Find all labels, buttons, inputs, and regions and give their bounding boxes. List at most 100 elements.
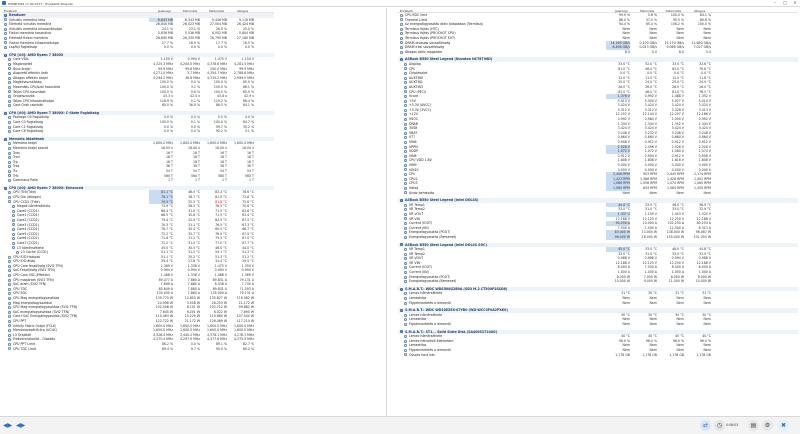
sensor-icon: [400, 27, 403, 31]
network-icon[interactable]: ⇄: [700, 420, 711, 431]
chip-icon[interactable]: [4, 137, 7, 141]
arrow-right-icon[interactable]: ◀▶: [16, 422, 25, 429]
sensor-icon: [404, 136, 407, 140]
sensor-icon: [8, 273, 11, 277]
title-bar: HWiNFO64 v7.00-4377 - Érzékelők állapota…: [0, 0, 800, 7]
sensor-icon: [8, 338, 11, 342]
sensor-icon: [404, 235, 407, 239]
chip-icon[interactable]: [400, 287, 403, 291]
sensor-icon: [12, 232, 15, 236]
sensor-icon: [404, 177, 407, 181]
sensor-icon: [8, 260, 11, 264]
sensor-icon: [8, 269, 11, 273]
col-avg[interactable]: Átlagos: [694, 9, 705, 13]
sensor-icon: [404, 275, 407, 279]
close-button[interactable]: ×: [790, 0, 800, 6]
sensor-icon: [8, 301, 11, 305]
sensor-icon: [8, 81, 11, 85]
sensor-icon: [404, 335, 407, 339]
col-avg[interactable]: Átlagos: [237, 9, 248, 13]
sensor-icon: [400, 13, 403, 17]
chip-icon[interactable]: [400, 243, 403, 247]
sensor-icon: [404, 145, 407, 149]
sensor-icon: [404, 203, 407, 207]
min-value: 1,178 GB: [642, 352, 657, 357]
sensor-icon: [8, 76, 11, 80]
report-icon[interactable]: ▤: [748, 420, 759, 431]
sensor-icon: [8, 342, 11, 346]
sensor-icon: [404, 90, 407, 94]
sensor-icon: [8, 306, 11, 310]
chip-icon[interactable]: [400, 199, 403, 203]
col-max[interactable]: Maximális: [209, 9, 224, 13]
sensor-icon: [8, 90, 11, 94]
sensor-list-left[interactable]: Érzékelő Jelenlegi Minimális Maximális Á…: [2, 8, 274, 416]
sensor-icon: [400, 46, 403, 50]
col-current[interactable]: Jelenlegi: [158, 9, 171, 13]
sensor-icon: [404, 226, 407, 230]
sensor-icon: [404, 94, 407, 98]
settings-gear-icon[interactable]: ⚙: [762, 420, 773, 431]
sensor-icon: [8, 329, 11, 333]
sensor-icon: [12, 218, 15, 222]
chip-icon[interactable]: [4, 111, 7, 115]
sensor-icon: [404, 62, 407, 66]
sensor-icon: [404, 117, 407, 121]
window-title: HWiNFO64 v7.00-4377 - Érzékelők állapota: [8, 1, 73, 6]
col-min[interactable]: Minimális: [640, 9, 654, 13]
sensor-icon: [404, 339, 407, 343]
avg-value: 89.2 %: [242, 346, 254, 351]
sensor-icon: [404, 85, 407, 89]
sensor-icon: [404, 280, 407, 284]
sensor-row[interactable]: CPU TDC Limit 89.4 % 9.7 % 90.0 % 89.2 %: [2, 347, 274, 352]
sensor-icon: [8, 264, 11, 268]
sensor-list-right[interactable]: Érzékelő Jelenlegi Minimális Maximális Á…: [398, 8, 798, 416]
sensor-icon: [8, 324, 11, 328]
sensor-icon: [8, 315, 11, 319]
sensor-icon: [400, 23, 403, 27]
arrow-left-icon[interactable]: ◀▶: [3, 422, 12, 429]
sensor-icon: [4, 46, 7, 50]
col-max[interactable]: Maximális: [666, 9, 681, 13]
chip-icon[interactable]: [4, 13, 7, 17]
sensor-icon: [404, 76, 407, 80]
sensor-icon: [400, 36, 403, 40]
sensor-icon: [404, 173, 407, 177]
panel-splitter[interactable]: [386, 8, 387, 416]
col-current[interactable]: Jelenlegi: [615, 9, 628, 13]
chip-icon[interactable]: [4, 53, 7, 57]
chip-icon[interactable]: [4, 186, 7, 190]
col-sensor[interactable]: Érzékelő: [4, 9, 17, 13]
sensor-icon: [404, 208, 407, 212]
current-value: 1,178 GB: [615, 352, 630, 357]
col-sensor[interactable]: Érzékelő: [400, 9, 413, 13]
chip-icon[interactable]: [400, 58, 403, 62]
close-x-icon[interactable]: ✖: [778, 420, 789, 431]
sensor-row[interactable]: Összes host írás 1,178 GB 1,178 GB 1,178 GB…: [398, 353, 798, 358]
sensor-icon: [404, 186, 407, 190]
sensor-icon: [12, 246, 15, 250]
sensor-icon: [4, 23, 7, 27]
sensor-icon: [404, 296, 407, 300]
minimize-button[interactable]: –: [770, 0, 780, 6]
chip-icon[interactable]: [400, 330, 403, 334]
sensor-icon: [8, 130, 11, 134]
sensor-icon: [8, 99, 11, 103]
clock-icon[interactable]: ◷: [714, 420, 725, 431]
sensor-icon: [404, 301, 407, 305]
sensor-icon: [4, 41, 7, 45]
col-min[interactable]: Minimális: [183, 9, 197, 13]
sensor-icon: [404, 191, 407, 195]
sensor-icon: [404, 163, 407, 167]
min-value: 9.7 %: [190, 346, 200, 351]
chip-icon[interactable]: [400, 309, 403, 313]
sensor-icon: [8, 292, 11, 296]
sensor-icon: [8, 169, 11, 173]
sensor-icon: [8, 191, 11, 195]
sensor-icon: [12, 214, 15, 218]
sensor-icon: [400, 32, 403, 36]
maximize-button[interactable]: □: [780, 0, 790, 6]
sensor-icon: [404, 108, 407, 112]
sensor-icon: [400, 18, 403, 22]
sensor-icon: [12, 237, 15, 241]
